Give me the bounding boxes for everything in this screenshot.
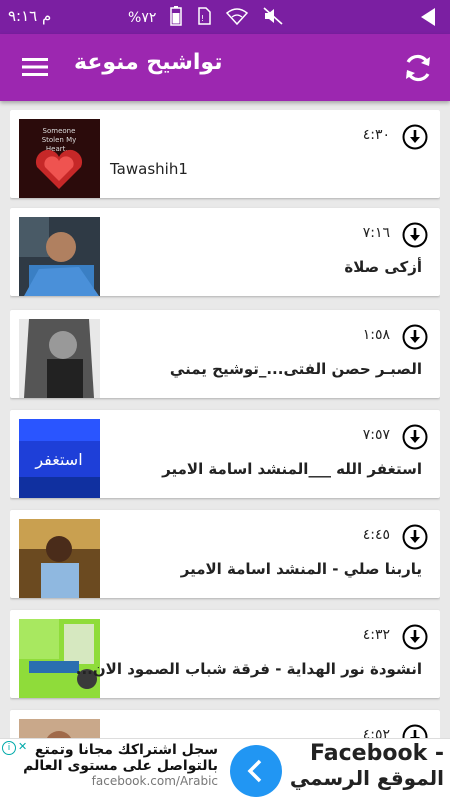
track-thumbnail [19,217,100,296]
menu-icon[interactable] [22,56,48,78]
page-title: تواشيح منوعة [74,50,223,75]
ad-line1: سجل اشتراكك مجانا وتمتع [34,742,218,758]
download-icon[interactable] [402,524,428,550]
track-thumbnail: استغفر [19,419,100,498]
list-item[interactable]: ٧:١٦ أزكى صلاة [10,208,440,296]
track-title: استغفر الله ___المنشد اسامة الامير [162,460,422,478]
track-duration: ٧:١٦ [362,225,390,241]
app-bar: تواشيح منوعة [0,34,450,101]
svg-text:Stolen My: Stolen My [42,136,77,144]
track-title: الصبـر حصن الفتى..._توشيح يمني [169,360,422,378]
track-thumbnail [19,319,100,398]
track-duration: ٤:٤٥ [362,527,390,543]
track-thumbnail [19,719,100,740]
track-duration: ٤:٣٠ [362,127,390,143]
battery-percent: %٧٢ [128,10,157,26]
ad-go-button[interactable] [230,745,282,797]
download-icon[interactable] [402,424,428,450]
svg-text:استغفر: استغفر [34,450,82,470]
track-thumbnail [19,619,100,698]
track-duration: ٤:٣٢ [362,627,390,643]
list-item[interactable]: ٤:٥٢ [10,710,440,740]
sim-icon: ! [196,7,212,29]
list-item[interactable]: Someone Stolen My Heart... ٤:٣٠ Tawashih… [10,110,440,198]
ad-brand: Facebook - الموقع الرسمي [290,741,444,790]
list-item[interactable]: ٤:٣٢ انشودة نور الهداية - فرقة شباب الصم… [10,610,440,698]
battery-icon [170,6,183,30]
status-icons: %٧٢ ! [128,6,284,30]
ad-info-icon[interactable]: i [2,741,16,755]
track-title: Tawashih1 [110,160,188,178]
track-title: انشودة نور الهداية - فرقة شباب الصمود ال… [75,660,422,678]
svg-text:Someone: Someone [43,127,76,135]
ad-url: facebook.com/Arabic [91,774,218,788]
refresh-icon[interactable] [400,50,436,86]
download-icon[interactable] [402,324,428,350]
download-icon[interactable] [402,624,428,650]
track-title: أزكى صلاة [344,258,422,276]
download-icon[interactable] [402,124,428,150]
track-duration: ٧:٥٧ [362,427,390,443]
track-title: ياربنا صلي - المنشد اسامة الامير [180,560,422,578]
track-thumbnail [19,519,100,598]
list-item[interactable]: استغفر ٧:٥٧ استغفر الله ___المنشد اسامة … [10,410,440,498]
list-item[interactable]: ٤:٤٥ ياربنا صلي - المنشد اسامة الامير [10,510,440,598]
ad-brand-line2: الموقع الرسمي [289,766,444,790]
ad-brand-line1: Facebook - [310,741,444,766]
ad-banner[interactable]: i ✕ سجل اشتراكك مجانا وتمتع بالتواصل على… [0,738,450,801]
status-bar: م ٩:١٦ %٧٢ ! [0,0,450,34]
ad-line2: بالتواصل على مستوى العالم [23,758,218,774]
track-list: Someone Stolen My Heart... ٤:٣٠ Tawashih… [10,110,440,740]
track-thumbnail: Someone Stolen My Heart... [19,119,100,198]
status-time: م ٩:١٦ [8,7,52,25]
list-item[interactable]: ١:٥٨ الصبـر حصن الفتى..._توشيح يمني [10,310,440,398]
ad-text: سجل اشتراكك مجانا وتمتع بالتواصل على مست… [23,742,218,788]
track-duration: ١:٥٨ [362,327,390,343]
download-icon[interactable] [402,222,428,248]
wifi-icon [226,7,249,29]
svg-text:!: ! [201,14,204,23]
back-icon[interactable] [416,5,440,33]
mute-icon [262,7,284,29]
